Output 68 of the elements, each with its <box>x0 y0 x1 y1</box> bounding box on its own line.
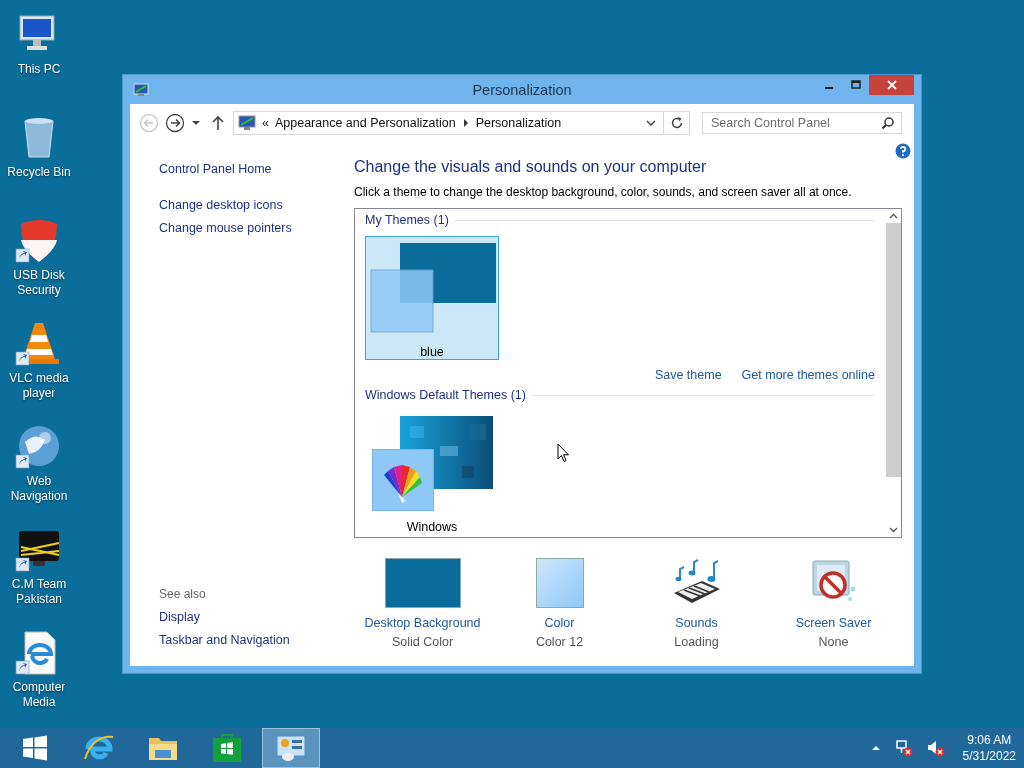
control-panel-icon <box>274 733 308 763</box>
control-panel-icon <box>133 81 149 98</box>
help-icon[interactable] <box>895 143 911 159</box>
scroll-down-icon[interactable] <box>888 527 898 533</box>
forward-button[interactable] <box>164 113 186 133</box>
minimize-icon <box>824 87 833 89</box>
control-panel-icon <box>238 115 256 131</box>
theme-link[interactable]: Get more themes online <box>741 368 875 382</box>
search-icon[interactable] <box>881 116 895 130</box>
desktop-icon-label: Computer Media <box>11 680 67 710</box>
see-also-link[interactable]: Taskbar and Navigation <box>159 629 331 652</box>
setting-value: Loading <box>674 635 719 649</box>
instruction-text: Click a theme to change the desktop background, color, sounds, and screen saver all at once. <box>354 185 853 199</box>
taskbar-button[interactable] <box>262 728 320 768</box>
setting-link[interactable]: Color <box>544 616 575 630</box>
theme-name: blue <box>420 345 444 359</box>
page-heading: Change the visuals and sounds on your computer <box>354 157 708 177</box>
breadcrumb[interactable]: Personalization <box>475 116 562 130</box>
caret-icon <box>191 118 201 128</box>
theme-link[interactable]: Save theme <box>654 368 722 382</box>
scroll-up-icon[interactable] <box>888 213 898 219</box>
setting-value: None <box>818 635 849 649</box>
setting-value: Color 12 <box>535 635 584 649</box>
network-error-icon[interactable] <box>894 739 913 757</box>
control-panel-home-link[interactable]: Control Panel Home <box>159 158 331 181</box>
chevron-down-icon[interactable] <box>645 118 657 128</box>
close-icon <box>886 80 897 90</box>
clock-time[interactable]: 9:06 AM <box>967 732 1012 748</box>
theme-tile[interactable]: Windows <box>365 411 499 535</box>
color-swatch[interactable] <box>535 558 584 608</box>
setting-link[interactable]: Desktop Background <box>364 616 481 630</box>
up-arrow-icon <box>211 115 225 131</box>
setting-link[interactable]: Sounds <box>675 616 718 630</box>
clock-date[interactable]: 5/31/2022 <box>962 748 1016 764</box>
background-swatch[interactable] <box>384 558 461 608</box>
desktop-icon-label: Web Navigation <box>9 474 69 504</box>
mouse-cursor-icon <box>557 443 570 463</box>
sidebar-link[interactable]: Change mouse pointers <box>159 217 331 240</box>
group-heading: My Themes (1) <box>365 213 449 227</box>
window-title: Personalization <box>471 81 573 98</box>
desktop-icon-label: VLC media player <box>8 371 70 401</box>
search-field[interactable]: Search Control Panel <box>702 112 902 134</box>
show-hidden-icons-icon[interactable] <box>870 744 881 752</box>
up-button[interactable] <box>210 115 226 131</box>
desktop-icon-label: C.M Team Pakistan <box>10 577 68 607</box>
breadcrumb[interactable]: Appearance and Personalization <box>274 116 456 130</box>
shopping-bag-icon <box>212 733 242 763</box>
refresh-icon <box>669 116 684 130</box>
windows-logo-icon <box>21 734 49 762</box>
maximize-icon <box>850 80 861 90</box>
chevron-right-icon[interactable] <box>461 118 470 128</box>
volume-muted-icon[interactable] <box>926 739 945 757</box>
theme-tile[interactable]: blue <box>365 236 499 360</box>
theme-name: Windows <box>406 520 458 534</box>
address-bar[interactable]: « Appearance and Personalization Personalization <box>233 111 690 135</box>
desktop-icon-label: This PC <box>16 62 62 77</box>
close-button[interactable] <box>869 75 914 95</box>
desktop-icon-label: USB Disk Security <box>12 268 66 298</box>
see-also-link[interactable]: Display <box>159 606 331 629</box>
setting-link[interactable]: Screen Saver <box>795 616 872 630</box>
breadcrumb-overflow[interactable]: « <box>262 116 269 130</box>
see-also-heading: See also <box>159 586 207 603</box>
color-palette-icon <box>372 449 434 511</box>
setting-value: Solid Color <box>391 635 454 649</box>
recent-pages-button[interactable] <box>190 118 202 128</box>
group-heading: Windows Default Themes (1) <box>365 388 526 402</box>
sidebar-link[interactable]: Change desktop icons <box>159 194 331 217</box>
desktop-icon-label: Recycle Bin <box>6 165 72 180</box>
